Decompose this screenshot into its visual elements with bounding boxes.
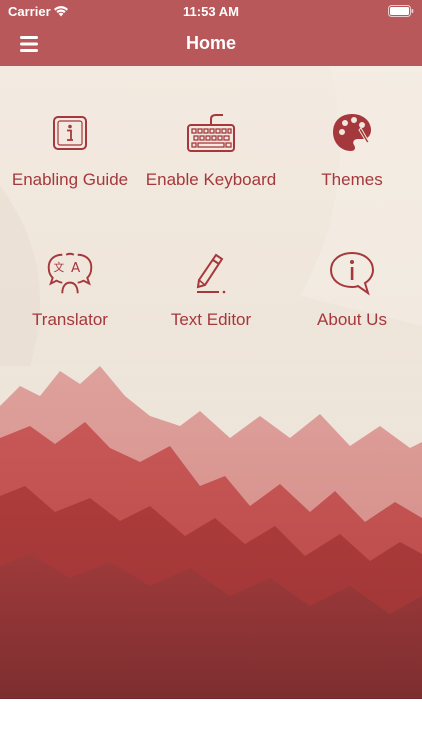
tile-label: Enabling Guide — [11, 170, 129, 189]
status-bar: Carrier 11:53 AM — [0, 0, 422, 22]
battery-icon — [388, 5, 414, 17]
pencil-edit-icon — [186, 250, 236, 296]
translate-icon: 文 A — [45, 250, 95, 296]
tile-label: Text Editor — [170, 310, 252, 329]
hamburger-menu-icon — [20, 36, 38, 52]
tile-enable-keyboard[interactable]: Enable Keyboard — [141, 66, 281, 196]
header: Carrier 11:53 AM Home — [0, 0, 422, 66]
tile-label: Enable Keyboard — [145, 170, 277, 189]
tile-translator[interactable]: 文 A Translator — [0, 206, 140, 336]
tile-label: Themes — [321, 170, 383, 189]
page-title: Home — [185, 33, 236, 53]
clock: 11:53 AM — [183, 4, 239, 19]
app-screen: Carrier 11:53 AM Home Enabling Guide Ena… — [0, 0, 422, 750]
tile-label: About Us — [317, 310, 387, 329]
svg-text:文: 文 — [54, 261, 65, 274]
info-bubble-icon — [327, 250, 377, 296]
tile-about-us[interactable]: About Us — [282, 206, 422, 336]
tile-enabling-guide[interactable]: Enabling Guide — [0, 66, 140, 196]
svg-text:A: A — [71, 261, 81, 276]
tile-themes[interactable]: Themes — [282, 66, 422, 196]
bottom-bar — [0, 698, 422, 750]
palette-icon — [327, 110, 377, 156]
info-icon — [45, 110, 95, 156]
navigation-bar: Home — [0, 22, 422, 66]
tile-label: Translator — [32, 310, 108, 329]
menu-button[interactable] — [16, 32, 42, 56]
keyboard-icon — [186, 110, 236, 156]
content-area: Enabling Guide Enable Keyboard Themes 文 … — [0, 66, 422, 698]
tile-text-editor[interactable]: Text Editor — [141, 206, 281, 336]
